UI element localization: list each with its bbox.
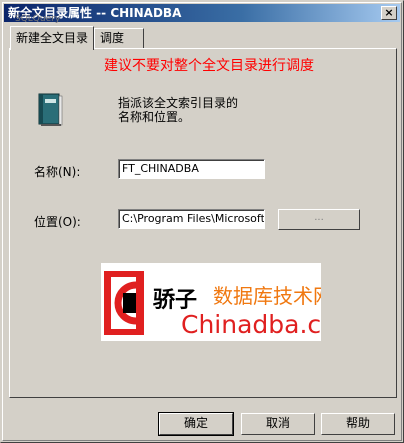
logo-brand: Chinadba.cn [181,310,321,339]
tab-panel: 建议不要对整个全文目录进行调度 指派该全文索引目录的 名称和位置。 名称(N):… [9,48,397,398]
tab-label: 新建全文目录 [16,31,89,45]
catalog-book-icon [38,93,63,126]
title-ghost-text: SQLQuery [15,14,61,24]
logo-slogan: 数据库技术网 [213,284,321,308]
description-line-2: 名称和位置。 [118,110,191,124]
location-label: 位置(O): [34,215,81,229]
location-field[interactable]: C:\Program Files\Microsoft SQ [118,209,265,229]
tab-label: 调度 [100,31,125,45]
chinadba-logo: 骄子 数据库技术网 Chinadba.cn [101,263,321,341]
warning-text: 建议不要对整个全文目录进行调度 [104,58,314,74]
browse-button[interactable]: ... [278,209,360,230]
properties-dialog: 新全文目录属性 -- CHINADBA × SQLQuery 新建全文目录 调度… [0,0,404,443]
close-icon[interactable]: × [381,6,397,20]
cancel-button[interactable]: 取消 [241,413,315,435]
tab-new-fulltext-catalog[interactable]: 新建全文目录 [10,26,94,50]
description-line-1: 指派该全文索引目录的 [118,96,239,110]
description-text: 指派该全文索引目录的 名称和位置。 [118,96,238,124]
tab-schedule[interactable]: 调度 [94,28,144,48]
help-button[interactable]: 帮助 [321,413,395,435]
name-label: 名称(N): [34,165,81,179]
ok-button[interactable]: 确定 [158,412,234,436]
name-field[interactable]: FT_CHINADBA [118,159,265,179]
title-bar[interactable]: 新全文目录属性 -- CHINADBA × [4,4,400,22]
